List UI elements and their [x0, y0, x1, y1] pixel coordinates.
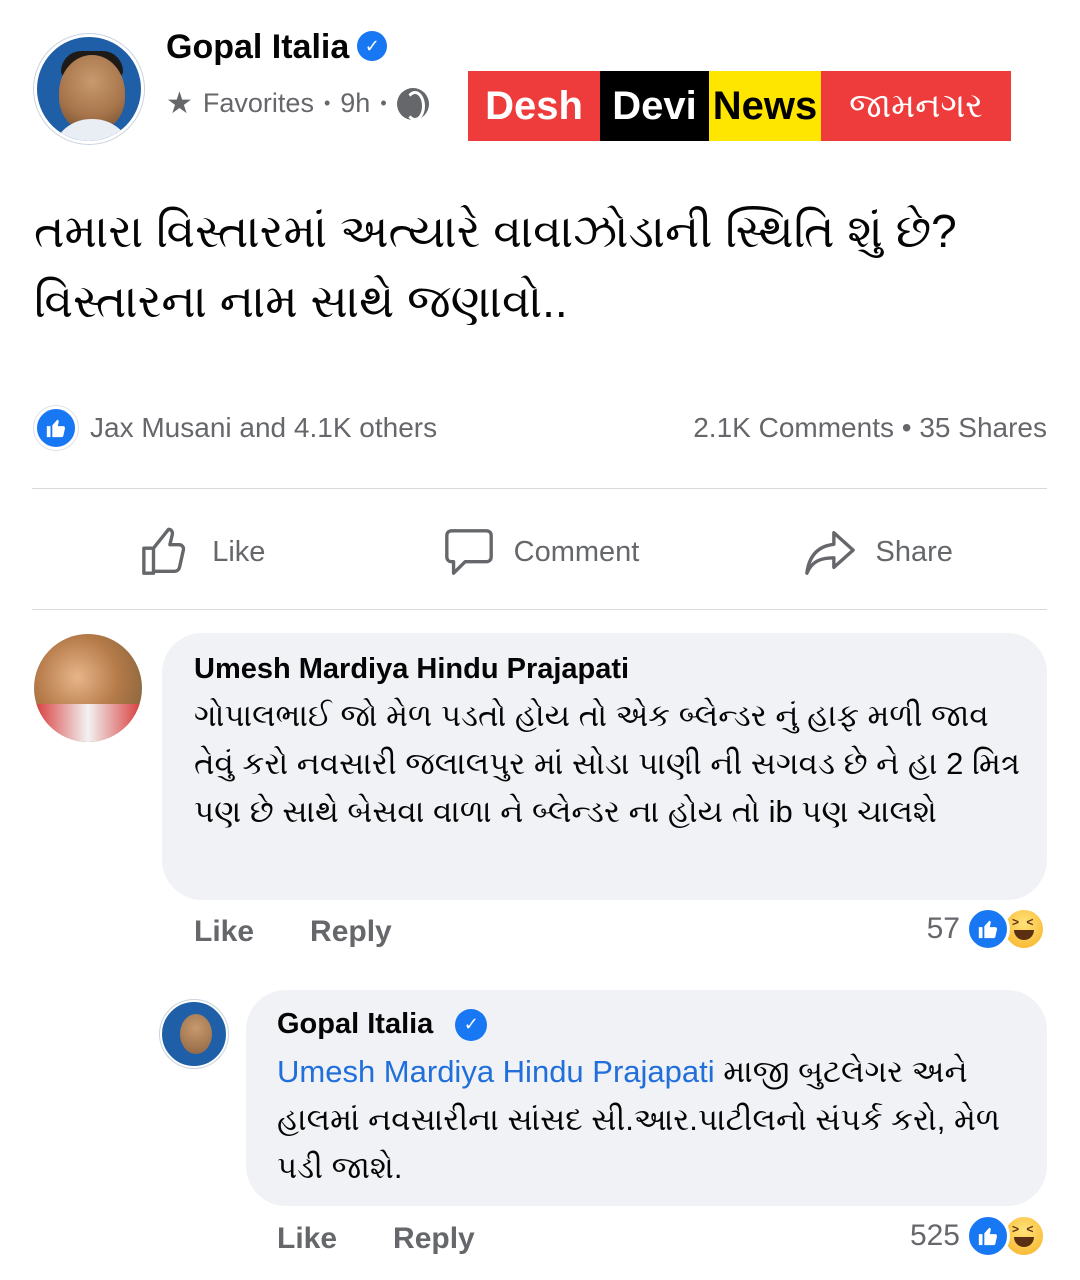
favorites-label[interactable]: Favorites — [203, 88, 314, 119]
verified-badge-icon: ✓ — [455, 1008, 488, 1041]
banner-word-news: News — [709, 71, 821, 141]
avatar-face — [180, 1014, 212, 1054]
reply-text: Umesh Mardiya Hindu Prajapati માજી બુટલે… — [277, 1048, 1017, 1192]
share-button-label: Share — [875, 535, 953, 568]
reply-author-label[interactable]: Gopal Italia — [277, 1008, 433, 1041]
post-timestamp[interactable]: 9h — [340, 88, 370, 119]
reply-actions: Like Reply — [277, 1222, 475, 1256]
verified-badge-icon: ✓ — [357, 31, 388, 62]
comment-button[interactable]: Comment — [372, 512, 710, 592]
comment-like-button[interactable]: Like — [194, 915, 254, 949]
comment-bubble-icon — [444, 529, 493, 575]
stats-separator: • — [901, 412, 912, 443]
reply-reaction-count: 525 — [909, 1219, 960, 1252]
watermark-banner: Desh Devi News જામનગર — [468, 71, 1011, 141]
post-body: તમારા વિસ્તારમાં અત્યારે વાવાઝોડાની સ્થિ… — [34, 196, 1034, 336]
commenter-avatar[interactable] — [34, 634, 142, 742]
divider-bottom — [32, 609, 1047, 610]
post-text-line-1: તમારા વિસ્તારમાં અત્યારે વાવાઝોડાની સ્થિ… — [34, 205, 957, 257]
post-text-line-2: વિસ્તારના નામ સાથે જણાવો.. — [34, 275, 568, 327]
like-button-label: Like — [212, 535, 266, 568]
banner-word-devi: Devi — [600, 71, 709, 141]
share-button[interactable]: Share — [709, 512, 1047, 592]
post-action-bar: Like Comment Share — [34, 512, 1047, 592]
reply-author-avatar[interactable] — [160, 1000, 228, 1068]
post-stats: Jax Musani and 4.1K others 2.1K Comments… — [34, 403, 1047, 453]
globe-icon — [396, 87, 429, 121]
thumbs-up-icon — [142, 527, 186, 575]
shares-count[interactable]: 35 Shares — [919, 412, 1047, 443]
reply-like-button[interactable]: Like — [277, 1222, 337, 1256]
reply-author[interactable]: Gopal Italia ✓ — [277, 1008, 488, 1041]
banner-city: જામનગર — [821, 71, 1011, 141]
reply-reply-button[interactable]: Reply — [393, 1222, 475, 1256]
meta-separator: • — [323, 93, 331, 113]
comment-button-label: Comment — [513, 535, 640, 568]
like-reaction-icon — [34, 406, 78, 450]
post-author-name[interactable]: Gopal Italia ✓ — [166, 28, 388, 67]
reply-reactions[interactable]: 525 — [910, 1214, 1046, 1258]
meta-separator: • — [380, 93, 387, 113]
post-author-label[interactable]: Gopal Italia — [166, 28, 349, 66]
comment-reply-button[interactable]: Reply — [310, 915, 392, 949]
comment-actions: Like Reply — [194, 915, 392, 949]
comment-author[interactable]: Umesh Mardiya Hindu Prajapati — [194, 653, 629, 686]
comment-text: ગોપાલભાઈ જો મેળ પડતો હોય તો એક બ્લેન્ડર … — [194, 698, 1020, 829]
avatar-shirt — [51, 119, 133, 141]
like-reaction-icon — [966, 907, 1010, 951]
like-button[interactable]: Like — [34, 512, 372, 592]
star-icon: ★ — [166, 87, 193, 120]
share-arrow-icon — [805, 531, 856, 575]
author-avatar[interactable] — [34, 34, 144, 144]
banner-word-desh: Desh — [468, 71, 600, 141]
comments-count[interactable]: 2.1K Comments — [693, 412, 894, 443]
comment-reactions[interactable]: 57 — [927, 907, 1046, 951]
like-reaction-icon — [966, 1214, 1010, 1258]
post-meta: ★ Favorites • 9h • — [166, 86, 429, 121]
reactions-summary[interactable]: Jax Musani and 4.1K others — [90, 412, 437, 444]
divider-top — [32, 488, 1047, 489]
mention-link[interactable]: Umesh Mardiya Hindu Prajapati — [277, 1054, 715, 1089]
comment-reaction-count: 57 — [926, 912, 960, 945]
